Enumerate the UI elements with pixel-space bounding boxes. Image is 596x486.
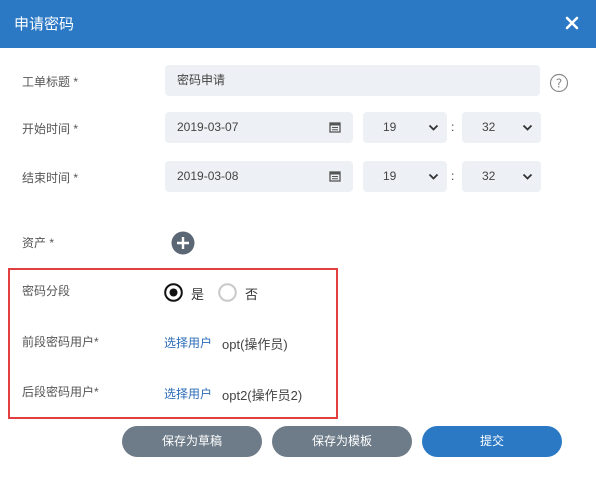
- save-template-button[interactable]: 保存为模板: [272, 426, 412, 457]
- chevron-down-icon: [428, 171, 439, 185]
- chevron-down-icon: [522, 171, 533, 185]
- calendar-icon: [329, 121, 341, 136]
- submit-button[interactable]: 提交: [422, 426, 562, 457]
- start-date-value: 2019-03-07: [177, 120, 239, 134]
- help-icon[interactable]: ?: [549, 73, 569, 98]
- save-draft-button[interactable]: 保存为草稿: [122, 426, 262, 457]
- add-icon[interactable]: [171, 231, 195, 260]
- dialog-title: 申请密码: [14, 16, 75, 33]
- radio-yes[interactable]: [164, 283, 183, 307]
- back-user-label: 后段密码用户*: [22, 385, 99, 399]
- dialog-header: 申请密码: [0, 0, 596, 48]
- calendar-icon: [329, 170, 341, 185]
- ticket-title-label: 工单标题 *: [22, 75, 79, 89]
- radio-yes-label: 是: [191, 287, 205, 302]
- back-user-value: opt2(操作员2): [222, 388, 303, 403]
- assets-label: 资产 *: [22, 236, 55, 250]
- front-select-user-link[interactable]: 选择用户: [164, 334, 212, 351]
- close-icon[interactable]: [562, 13, 582, 33]
- end-hour-select[interactable]: 19: [363, 161, 447, 192]
- end-time-label: 结束时间 *: [22, 171, 79, 185]
- radio-no-label: 否: [245, 287, 259, 302]
- start-minute-select[interactable]: 32: [462, 112, 541, 143]
- front-user-label: 前段密码用户*: [22, 335, 99, 349]
- password-segment-label: 密码分段: [22, 284, 71, 298]
- front-user-value: opt(操作员): [222, 337, 288, 352]
- start-minute-value: 32: [482, 120, 496, 134]
- start-date-input[interactable]: 2019-03-07: [165, 112, 353, 143]
- svg-text:?: ?: [556, 77, 562, 91]
- ticket-title-value: 密码申请: [177, 73, 226, 87]
- radio-no[interactable]: [218, 283, 237, 307]
- back-select-user-link[interactable]: 选择用户: [164, 385, 212, 402]
- end-hour-value: 19: [383, 169, 397, 183]
- end-minute-value: 32: [482, 169, 496, 183]
- end-minute-select[interactable]: 32: [462, 161, 541, 192]
- time-separator: :: [451, 120, 455, 134]
- chevron-down-icon: [428, 122, 439, 136]
- time-separator: :: [451, 169, 455, 183]
- chevron-down-icon: [522, 122, 533, 136]
- end-date-value: 2019-03-08: [177, 169, 239, 183]
- start-time-label: 开始时间 *: [22, 122, 79, 136]
- start-hour-select[interactable]: 19: [363, 112, 447, 143]
- end-date-input[interactable]: 2019-03-08: [165, 161, 353, 192]
- start-hour-value: 19: [383, 120, 397, 134]
- ticket-title-input[interactable]: 密码申请: [165, 65, 540, 96]
